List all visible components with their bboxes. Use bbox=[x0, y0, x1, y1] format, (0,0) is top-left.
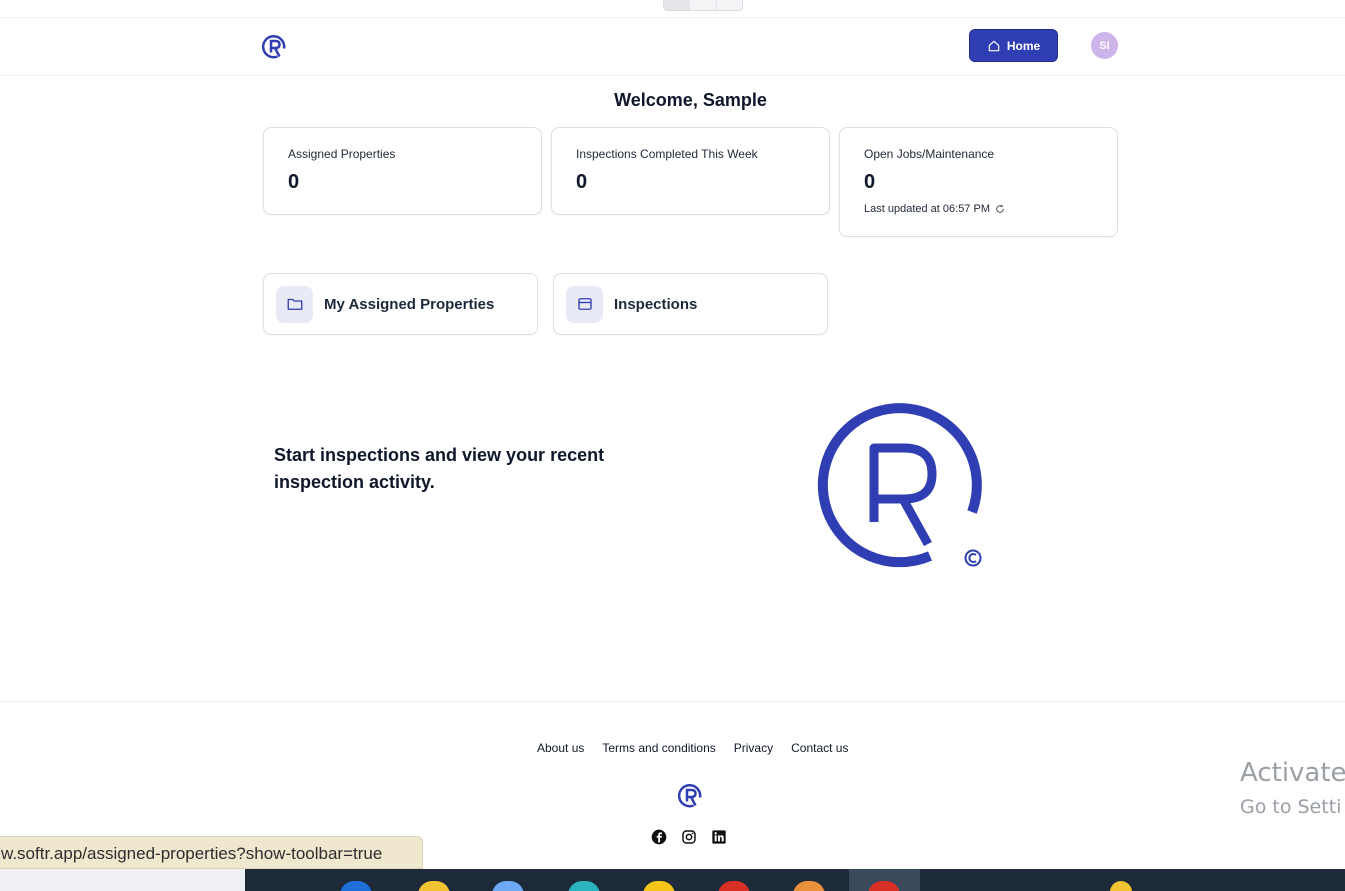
activate-line1: Activate bbox=[1240, 758, 1345, 788]
nav-card-my-assigned-properties[interactable]: My Assigned Properties bbox=[263, 273, 538, 335]
taskbar-search-area[interactable] bbox=[0, 869, 245, 891]
taskbar-app-icon[interactable] bbox=[492, 881, 524, 891]
stat-card-assigned-properties: Assigned Properties 0 bbox=[263, 127, 542, 215]
os-taskbar bbox=[0, 869, 1345, 891]
home-button[interactable]: Home bbox=[969, 29, 1058, 62]
stat-label: Assigned Properties bbox=[288, 147, 396, 161]
stat-label: Open Jobs/Maintenance bbox=[864, 147, 995, 161]
windows-activation-watermark: Activate Go to Setti bbox=[1240, 756, 1345, 824]
taskbar-app-icon[interactable] bbox=[643, 881, 675, 891]
facebook-icon[interactable] bbox=[651, 829, 667, 845]
hero-text: Start inspections and view your recent i… bbox=[274, 445, 605, 492]
preview-toolbar bbox=[0, 0, 1345, 18]
activate-line2: Go to Setti bbox=[1240, 796, 1342, 818]
stat-card-open-jobs: Open Jobs/Maintenance 0 Last updated at … bbox=[839, 127, 1118, 237]
mobile-icon[interactable] bbox=[717, 0, 742, 10]
welcome-heading: Welcome, Sample bbox=[614, 90, 767, 110]
refresh-icon[interactable] bbox=[995, 204, 1005, 214]
social-links bbox=[651, 829, 727, 845]
nav-card-inspections[interactable]: Inspections bbox=[553, 273, 828, 335]
taskbar-folder-icon[interactable] bbox=[418, 881, 450, 891]
desktop-icon[interactable] bbox=[664, 0, 691, 10]
tablet-icon[interactable] bbox=[690, 0, 717, 10]
taskbar-app-icon[interactable] bbox=[793, 881, 825, 891]
brand-logo[interactable] bbox=[262, 34, 287, 59]
window-icon bbox=[566, 285, 603, 323]
last-updated: Last updated at 06:57 PM bbox=[864, 203, 1093, 215]
taskbar-edge-icon[interactable] bbox=[568, 881, 600, 891]
footer-link-about[interactable]: About us bbox=[537, 741, 584, 755]
folder-icon bbox=[276, 285, 313, 323]
site-header: Home SI bbox=[0, 18, 1345, 76]
home-button-label: Home bbox=[1006, 38, 1041, 53]
nav-card-label: Inspections bbox=[614, 295, 698, 313]
taskbar-app-icon[interactable] bbox=[340, 881, 372, 891]
user-avatar[interactable]: SI bbox=[1091, 32, 1118, 59]
nav-card-label: My Assigned Properties bbox=[324, 295, 495, 313]
link-status-bar: w.softr.app/assigned-properties?show-too… bbox=[0, 836, 423, 869]
footer-divider bbox=[0, 701, 1345, 702]
footer-link-contact[interactable]: Contact us bbox=[791, 741, 848, 755]
stat-card-inspections-completed: Inspections Completed This Week 0 bbox=[551, 127, 830, 215]
stat-label: Inspections Completed This Week bbox=[576, 147, 758, 161]
linkedin-icon[interactable] bbox=[711, 829, 727, 845]
taskbar-app-icon[interactable] bbox=[718, 881, 750, 891]
taskbar-notification-icon[interactable] bbox=[1110, 881, 1132, 891]
stat-value: 0 bbox=[288, 171, 300, 193]
last-updated-text: Last updated at 06:57 PM bbox=[864, 203, 990, 215]
instagram-icon[interactable] bbox=[681, 829, 697, 845]
footer-link-terms[interactable]: Terms and conditions bbox=[602, 741, 715, 755]
footer-links: About us Terms and conditions Privacy Co… bbox=[537, 741, 848, 755]
hero-brand-logo bbox=[817, 403, 982, 568]
stat-value: 0 bbox=[864, 171, 876, 193]
footer-brand-logo[interactable] bbox=[678, 783, 703, 808]
home-icon bbox=[988, 40, 1000, 51]
footer-link-privacy[interactable]: Privacy bbox=[734, 741, 773, 755]
device-preview-toggle[interactable] bbox=[663, 0, 743, 11]
stat-value: 0 bbox=[576, 171, 588, 193]
